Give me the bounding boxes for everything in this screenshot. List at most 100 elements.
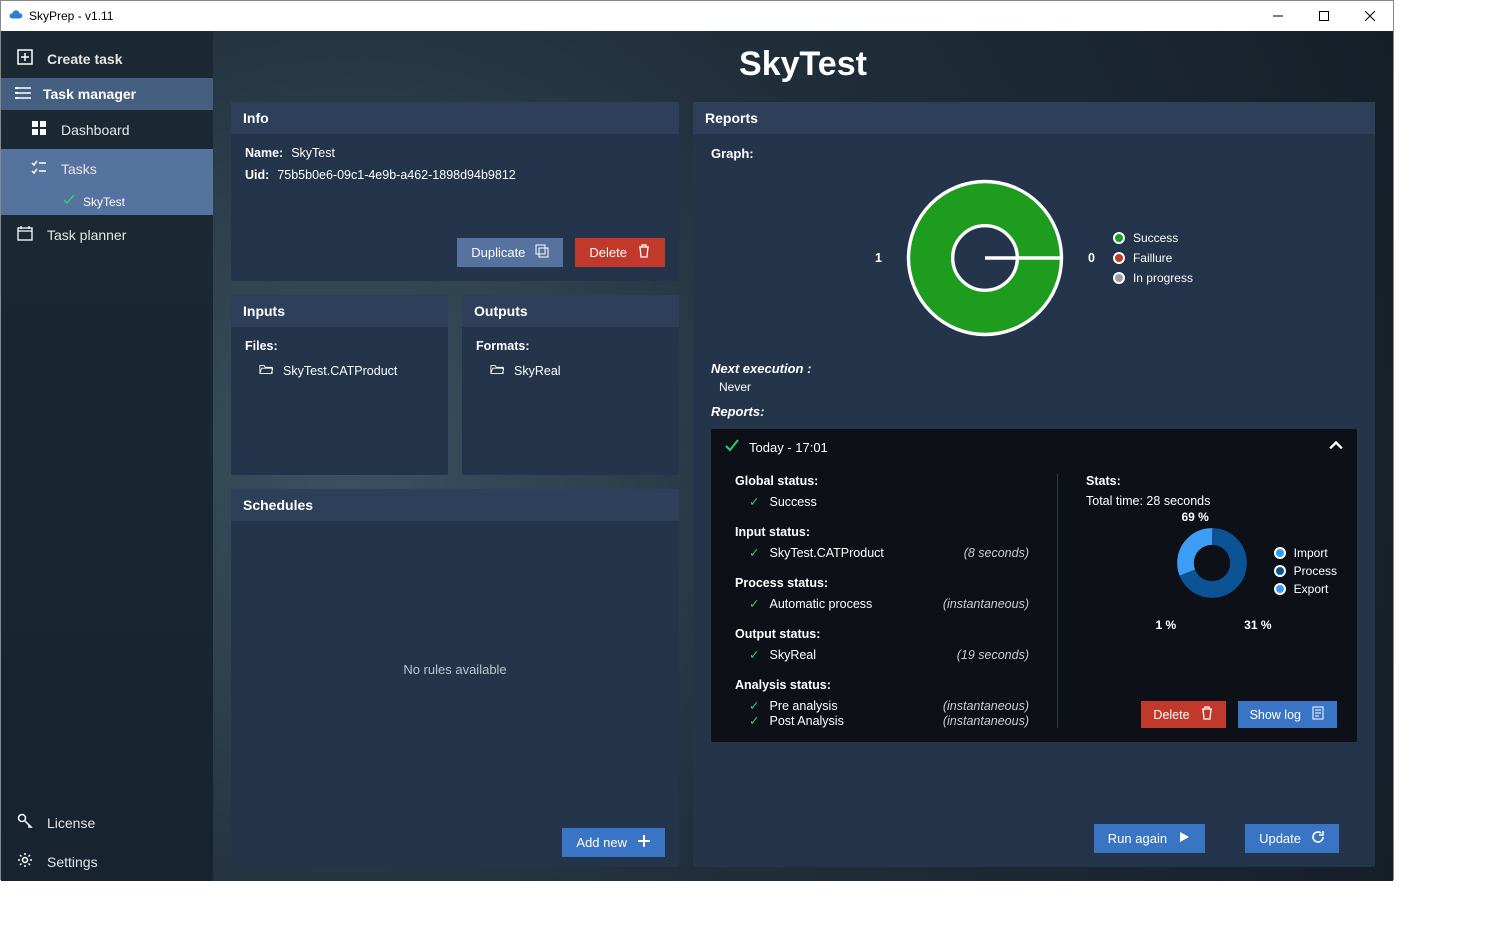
window-controls: [1255, 1, 1393, 31]
duplicate-button[interactable]: Duplicate: [457, 238, 563, 267]
sidebar-settings[interactable]: Settings: [1, 842, 213, 881]
app-window: SkyPrep - v1.11 Create task Task manager…: [0, 0, 1394, 880]
next-exec-label: Next execution :: [711, 361, 1357, 376]
sidebar-create-task[interactable]: Create task: [1, 39, 213, 78]
dashboard-icon: [31, 120, 47, 139]
input-file[interactable]: SkyTest.CATProduct: [245, 359, 434, 382]
pct-export: 31 %: [1244, 618, 1271, 632]
swatch-import: [1274, 547, 1286, 559]
check-icon: [725, 439, 739, 456]
status-heading: Output status:: [735, 627, 1037, 641]
main-area: SkyTest Info Name:SkyTest Uid:75b5b0e6-0…: [213, 31, 1393, 881]
plus-icon: [637, 834, 651, 851]
pct-import: 69 %: [1182, 510, 1209, 524]
sidebar-label: Create task: [47, 51, 123, 67]
refresh-icon: [1311, 830, 1325, 847]
panel-header: Reports: [693, 102, 1375, 134]
key-icon: [17, 813, 33, 832]
status-duration: (instantaneous): [943, 714, 1037, 728]
leg-export: Export: [1294, 582, 1329, 596]
maximize-button[interactable]: [1301, 1, 1347, 31]
output-format[interactable]: SkyReal: [476, 359, 665, 382]
outputs-panel: Outputs Formats: SkyReal: [462, 295, 679, 475]
status-duration: (instantaneous): [943, 597, 1037, 611]
chevron-up-icon[interactable]: [1329, 439, 1343, 456]
panel-header: Inputs: [231, 295, 448, 327]
checklist-icon: [31, 159, 47, 178]
status-duration: (8 seconds): [964, 546, 1037, 560]
run-again-button[interactable]: Run again: [1094, 824, 1205, 853]
report-item: Today - 17:01 Global status: ✓Success: [711, 429, 1357, 742]
sidebar-license[interactable]: License: [1, 803, 213, 842]
input-status: Input status: ✓SkyTest.CATProduct(8 seco…: [735, 525, 1037, 560]
update-button[interactable]: Update: [1245, 824, 1339, 853]
status-value: Pre analysis: [769, 699, 837, 713]
sidebar-task-planner[interactable]: Task planner: [1, 215, 213, 254]
close-button[interactable]: [1347, 1, 1393, 31]
button-label: Delete: [589, 245, 627, 260]
window-title: SkyPrep - v1.11: [29, 9, 113, 23]
button-label: Update: [1259, 831, 1301, 846]
format-name: SkyReal: [514, 364, 561, 378]
sidebar-label: Settings: [47, 854, 98, 870]
panel-header: Schedules: [231, 489, 679, 521]
app-body: Create task Task manager Dashboard Tasks…: [1, 31, 1393, 881]
swatch-failure: [1113, 252, 1125, 264]
global-status: Global status: ✓Success: [735, 474, 1037, 509]
status-value: SkyReal: [769, 648, 816, 662]
show-log-button[interactable]: Show log: [1238, 701, 1337, 728]
status-heading: Global status:: [735, 474, 1037, 488]
gear-icon: [17, 852, 33, 871]
info-name-label: Name:: [245, 146, 283, 160]
folder-open-icon: [259, 363, 273, 378]
swatch-export: [1274, 583, 1286, 595]
files-label: Files:: [245, 339, 434, 353]
delete-button[interactable]: Delete: [575, 238, 665, 267]
legend-inprogress: In progress: [1133, 271, 1193, 285]
sidebar-task-manager[interactable]: Task manager: [1, 78, 213, 110]
stats-heading: Stats:: [1086, 474, 1337, 488]
sidebar: Create task Task manager Dashboard Tasks…: [1, 31, 213, 881]
total-time: Total time: 28 seconds: [1086, 494, 1337, 508]
info-panel: Info Name:SkyTest Uid:75b5b0e6-09c1-4e9b…: [231, 102, 679, 281]
button-label: Add new: [576, 835, 627, 850]
next-exec-value: Never: [711, 380, 1357, 394]
button-label: Run again: [1108, 831, 1167, 846]
app-icon: [9, 8, 23, 25]
copy-icon: [535, 244, 549, 261]
panel-header: Info: [231, 102, 679, 134]
report-delete-button[interactable]: Delete: [1141, 701, 1225, 728]
graph-left-value: 1: [875, 251, 882, 265]
leg-import: Import: [1294, 546, 1328, 560]
button-label: Duplicate: [471, 245, 525, 260]
sidebar-task-skytest[interactable]: SkyTest: [1, 188, 213, 215]
sidebar-tasks[interactable]: Tasks: [1, 149, 213, 188]
status-heading: Process status:: [735, 576, 1037, 590]
reports-graph: 1 0 Success: [711, 173, 1357, 343]
swatch-success: [1113, 232, 1125, 244]
status-value: Post Analysis: [769, 714, 843, 728]
reports-panel: Reports Graph: 1: [693, 102, 1375, 867]
sidebar-label: Task planner: [47, 227, 126, 243]
sidebar-dashboard[interactable]: Dashboard: [1, 110, 213, 149]
pct-process: 1 %: [1156, 618, 1177, 632]
page-title: SkyTest: [231, 45, 1375, 84]
status-heading: Analysis status:: [735, 678, 1037, 692]
report-item-header[interactable]: Today - 17:01: [711, 429, 1357, 466]
list-icon: [15, 86, 31, 102]
swatch-process: [1274, 565, 1286, 577]
graph-label: Graph:: [711, 146, 1357, 161]
reports-list-label: Reports:: [711, 404, 1357, 419]
status-duration: (instantaneous): [943, 699, 1037, 713]
inputs-panel: Inputs Files: SkyTest.CATProduct: [231, 295, 448, 475]
analysis-status: Analysis status: ✓Pre analysis(instantan…: [735, 678, 1037, 728]
swatch-inprogress: [1113, 272, 1125, 284]
button-label: Show log: [1250, 708, 1301, 722]
sidebar-label: Task manager: [43, 86, 136, 102]
info-name-value: SkyTest: [291, 146, 335, 160]
stats-legend: Import Process Export: [1274, 546, 1337, 596]
add-new-button[interactable]: Add new: [562, 828, 665, 857]
sidebar-label: Dashboard: [61, 122, 130, 138]
minimize-button[interactable]: [1255, 1, 1301, 31]
folder-open-icon: [490, 363, 504, 378]
